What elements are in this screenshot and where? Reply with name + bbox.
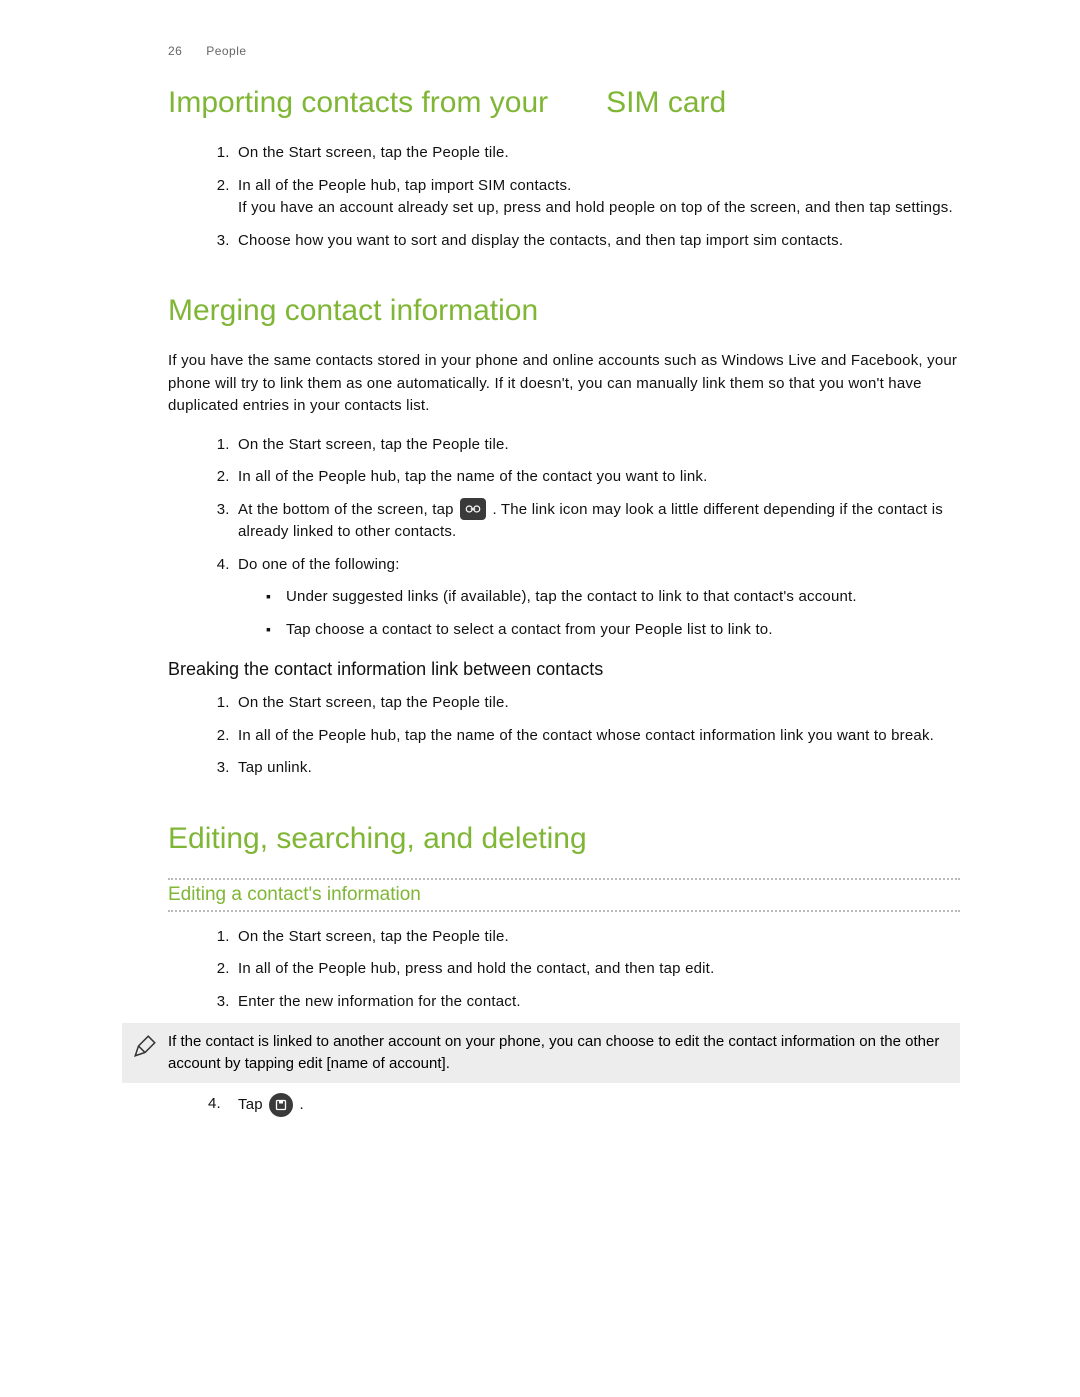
link-icon bbox=[460, 498, 486, 520]
breaking-steps: On the Start screen, tap the People tile… bbox=[168, 692, 960, 780]
section-name: People bbox=[206, 44, 246, 58]
save-icon bbox=[269, 1093, 293, 1117]
merge-step-4: Do one of the following: Under suggested… bbox=[234, 554, 960, 642]
page-header: 26 People bbox=[168, 44, 960, 58]
heading-importing-sim: Importing contacts from yourSIM card bbox=[168, 86, 960, 120]
pen-icon bbox=[122, 1031, 168, 1059]
edit-step-1: On the Start screen, tap the People tile… bbox=[234, 926, 960, 949]
heading-merging: Merging contact information bbox=[168, 294, 960, 328]
heading-breaking-link: Breaking the contact information link be… bbox=[168, 659, 960, 680]
break-step-2: In all of the People hub, tap the name o… bbox=[234, 725, 960, 748]
merge-options: Under suggested links (if available), ta… bbox=[238, 586, 960, 641]
break-step-1: On the Start screen, tap the People tile… bbox=[234, 692, 960, 715]
edit-step-3: Enter the new information for the contac… bbox=[234, 991, 960, 1014]
merge-step-3: At the bottom of the screen, tap . The l… bbox=[234, 499, 960, 544]
note-box: If the contact is linked to another acco… bbox=[122, 1023, 960, 1083]
merge-opt-2: Tap choose a contact to select a contact… bbox=[266, 619, 960, 642]
note-text: If the contact is linked to another acco… bbox=[168, 1031, 950, 1075]
editing-steps-cont: Tap . bbox=[168, 1093, 960, 1117]
subsection-band: Editing a contact's information bbox=[168, 878, 960, 912]
merging-steps: On the Start screen, tap the People tile… bbox=[168, 434, 960, 642]
editing-steps: On the Start screen, tap the People tile… bbox=[168, 926, 960, 1014]
merge-step-2: In all of the People hub, tap the name o… bbox=[234, 466, 960, 489]
page-number: 26 bbox=[168, 44, 182, 58]
heading-editing: Editing, searching, and deleting bbox=[168, 822, 960, 856]
merging-lead: If you have the same contacts stored in … bbox=[168, 350, 960, 418]
merge-step-1: On the Start screen, tap the People tile… bbox=[234, 434, 960, 457]
step-3: Choose how you want to sort and display … bbox=[234, 230, 960, 253]
merge-opt-1: Under suggested links (if available), ta… bbox=[266, 586, 960, 609]
subsection-title: Editing a contact's information bbox=[168, 884, 960, 906]
step-2: In all of the People hub, tap import SIM… bbox=[234, 175, 960, 220]
break-step-3: Tap unlink. bbox=[234, 757, 960, 780]
edit-step-4: Tap . bbox=[234, 1093, 960, 1117]
step-1: On the Start screen, tap the People tile… bbox=[234, 142, 960, 165]
edit-step-2: In all of the People hub, press and hold… bbox=[234, 958, 960, 981]
importing-steps: On the Start screen, tap the People tile… bbox=[168, 142, 960, 252]
